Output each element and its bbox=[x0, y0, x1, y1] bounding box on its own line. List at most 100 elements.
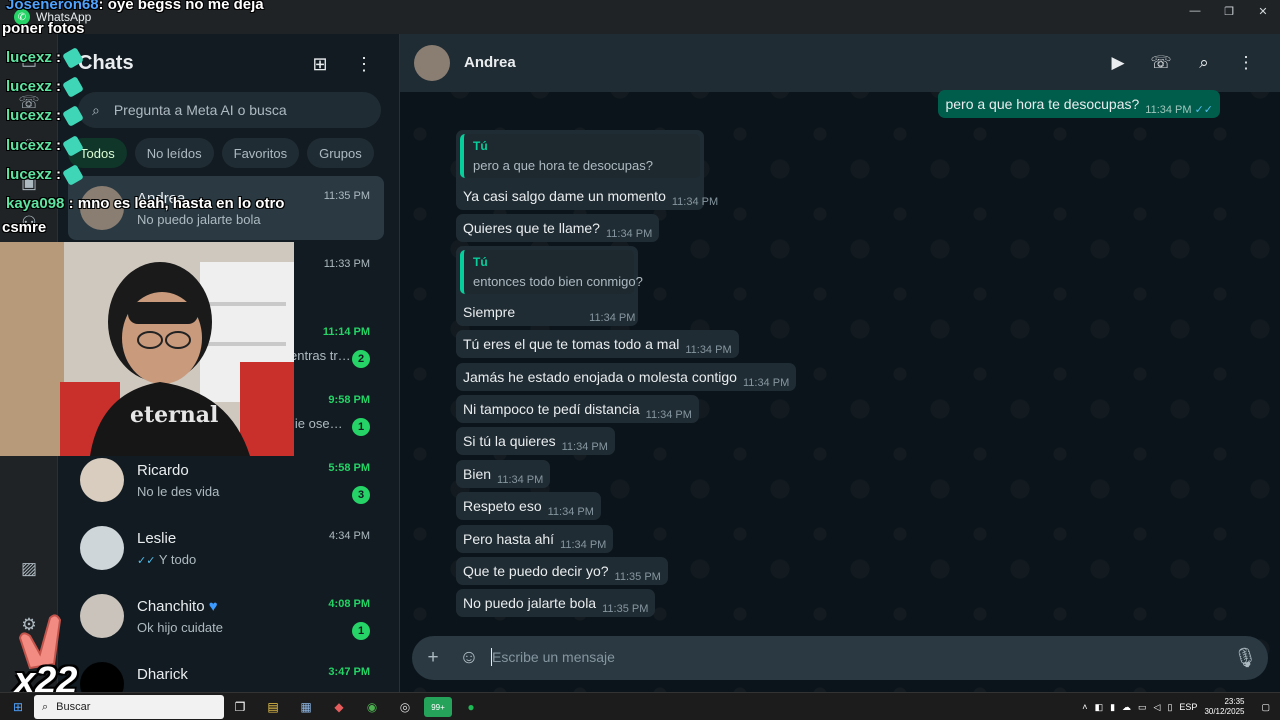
voice-call-icon[interactable]: ☏ bbox=[1149, 52, 1173, 74]
search-input[interactable]: Pregunta a Meta AI o busca bbox=[114, 102, 287, 118]
search-icon[interactable]: ⌕ bbox=[1192, 52, 1216, 74]
file-explorer-icon[interactable]: ▤ bbox=[263, 697, 283, 717]
message-with-quote[interactable]: Tú pero a que hora te desocupas? Ya casi… bbox=[456, 130, 718, 210]
unread-badge: 1 bbox=[352, 418, 370, 436]
language-indicator[interactable]: ESP bbox=[1179, 702, 1197, 712]
message-time: 11:34 PM bbox=[605, 228, 653, 240]
notes-app-icon[interactable]: ▦ bbox=[296, 697, 316, 717]
quote-author: Tú bbox=[473, 255, 488, 269]
message-incoming[interactable]: Pero hasta ahí 11:34 PM bbox=[456, 525, 614, 553]
whatsapp-taskbar-icon[interactable]: 99+ bbox=[424, 697, 452, 717]
taskbar-search[interactable]: ⌕ Buscar bbox=[34, 695, 224, 719]
chat-user: Joseneron68 bbox=[6, 0, 99, 13]
tray-cloud-icon[interactable]: ☁ bbox=[1122, 702, 1131, 713]
message-incoming[interactable]: Tú eres el que te tomas todo a mal 11:34 … bbox=[456, 330, 739, 358]
chat-row-chanchito[interactable]: Chanchito ♥ Ok hijo cuidate 4:08 PM 1 bbox=[68, 584, 384, 648]
tray-chevron-icon[interactable]: ˄ bbox=[1082, 702, 1087, 712]
message-time: 11:34 PM bbox=[645, 409, 692, 421]
tray-mic-icon[interactable]: ▮ bbox=[1110, 702, 1115, 713]
maximize-button[interactable]: ❐ bbox=[1212, 0, 1246, 22]
obs-icon[interactable]: ◎ bbox=[395, 697, 415, 717]
filter-grupos[interactable]: Grupos bbox=[307, 138, 374, 168]
conversation-header: Andrea ▶ ☏ ⌕ ⋮ bbox=[400, 34, 1280, 92]
chat-text: : bbox=[56, 49, 62, 66]
media-icon[interactable]: ▨ bbox=[18, 558, 40, 580]
new-chat-icon[interactable]: ⊞ bbox=[308, 52, 332, 76]
chat-text: : bbox=[56, 107, 62, 124]
microphone-icon[interactable]: 🎙 bbox=[1233, 646, 1257, 670]
message-incoming[interactable]: Si tú la quieres 11:34 PM bbox=[456, 427, 615, 455]
emote-icon bbox=[62, 164, 84, 186]
spotify-icon[interactable]: ● bbox=[461, 697, 481, 717]
filter-no-leidos[interactable]: No leídos bbox=[134, 138, 214, 168]
message-input[interactable]: Escribe un mensaje bbox=[492, 649, 615, 665]
message-incoming[interactable]: Jamás he estado enojada o molesta contig… bbox=[456, 363, 797, 391]
chat-row-leslie[interactable]: Leslie ✓✓ Y todo 4:34 PM bbox=[68, 516, 384, 580]
message-incoming[interactable]: Quieres que te llame? 11:34 PM bbox=[456, 214, 660, 242]
message-text: Pero hasta ahí bbox=[463, 531, 555, 547]
quote-text: entonces todo bien conmigo? bbox=[473, 274, 643, 289]
video-call-icon[interactable]: ▶ bbox=[1106, 52, 1130, 74]
message-time: 11:34 PM bbox=[497, 474, 544, 486]
quote-text: pero a que hora te desocupas? bbox=[473, 158, 653, 173]
chat-name: Dharick bbox=[137, 666, 188, 683]
message-time: 11:34 PM bbox=[589, 312, 636, 324]
overlay-chat-line: kaya098 : mno es leah, hasta en lo otro bbox=[6, 195, 284, 212]
message-incoming[interactable]: No puedo jalarte bola 11:35 PM bbox=[456, 589, 656, 617]
read-ticks-icon: ✓✓ bbox=[137, 555, 156, 567]
message-text: Quieres que te llame? bbox=[463, 220, 600, 236]
search-icon: ⌕ bbox=[42, 700, 49, 713]
chat-row-ricardo[interactable]: Ricardo No le des vida 5:58 PM 3 bbox=[68, 448, 384, 512]
emote-icon bbox=[62, 47, 84, 69]
message-outgoing[interactable]: pero a que hora te desocupas? 11:34 PM ✓✓ bbox=[938, 90, 1220, 118]
svg-text:eternal: eternal bbox=[130, 402, 218, 428]
message-incoming[interactable]: Que te puedo decir yo? 11:35 PM bbox=[456, 557, 668, 585]
message-time: 11:34 PM bbox=[560, 539, 607, 551]
battery-icon[interactable]: ▯ bbox=[1167, 702, 1172, 713]
tray-app-icon[interactable]: ◧ bbox=[1095, 702, 1104, 713]
emote-icon bbox=[62, 76, 84, 98]
app-icon[interactable]: ◆ bbox=[329, 697, 349, 717]
chat-user: lucexz bbox=[6, 49, 52, 66]
message-incoming[interactable]: Respeto eso 11:34 PM bbox=[456, 492, 601, 520]
emote-icon bbox=[62, 135, 84, 157]
message-text: No puedo jalarte bola bbox=[463, 595, 597, 611]
filter-chips: Todos No leídos Favoritos Grupos bbox=[68, 138, 374, 168]
close-button[interactable]: ✕ bbox=[1246, 0, 1280, 22]
chat-time: 11:35 PM bbox=[323, 190, 370, 202]
chat-time: 5:58 PM bbox=[328, 462, 370, 474]
network-icon[interactable]: ▭ bbox=[1138, 702, 1147, 713]
attach-plus-icon[interactable]: + bbox=[421, 646, 445, 670]
message-with-quote[interactable]: Tú entonces todo bien conmigo? Siempre 11… bbox=[456, 246, 643, 326]
filter-favoritos[interactable]: Favoritos bbox=[221, 138, 300, 168]
message-time: 11:35 PM bbox=[602, 603, 649, 615]
minimize-button[interactable]: — bbox=[1178, 0, 1212, 22]
quoted-message[interactable]: Tú pero a que hora te desocupas? bbox=[460, 134, 700, 178]
conversation-panel: Andrea ▶ ☏ ⌕ ⋮ pero a que hora te desocu… bbox=[400, 34, 1280, 692]
search-bar[interactable]: ⌕ Pregunta a Meta AI o busca bbox=[78, 92, 381, 128]
quoted-message[interactable]: Tú entonces todo bien conmigo? bbox=[460, 250, 643, 294]
chrome-icon[interactable]: ◉ bbox=[362, 697, 382, 717]
overlay-chat-line: poner fotos bbox=[2, 20, 85, 37]
chat-preview-row: ✓✓ Y todo bbox=[137, 552, 196, 567]
message-text: Bien bbox=[463, 466, 492, 482]
menu-icon[interactable]: ⋮ bbox=[352, 52, 376, 76]
volume-icon[interactable]: ◁ bbox=[1154, 702, 1161, 713]
contact-avatar[interactable] bbox=[414, 45, 450, 81]
contact-name[interactable]: Andrea bbox=[464, 54, 516, 71]
message-incoming[interactable]: Bien 11:34 PM bbox=[456, 460, 551, 488]
clock[interactable]: 23:35 30/12/2025 bbox=[1204, 697, 1244, 717]
overlay-chat-line: lucexz : bbox=[6, 135, 84, 157]
windows-start-icon[interactable]: ⊞ bbox=[8, 697, 28, 717]
chat-text: : bbox=[56, 166, 62, 183]
chat-user: lucexz bbox=[6, 107, 52, 124]
sticker-icon[interactable]: ☺ bbox=[457, 646, 481, 670]
emote-icon bbox=[62, 105, 84, 127]
message-incoming[interactable]: Ni tampoco te pedí distancia 11:34 PM bbox=[456, 395, 699, 423]
quote-author: Tú bbox=[473, 139, 488, 153]
task-view-icon[interactable]: ❐ bbox=[230, 697, 250, 717]
chat-user: lucexz bbox=[6, 166, 52, 183]
message-time: 11:34 PM bbox=[685, 344, 732, 356]
notifications-icon[interactable]: ▢ bbox=[1261, 702, 1270, 713]
menu-icon[interactable]: ⋮ bbox=[1234, 52, 1258, 74]
